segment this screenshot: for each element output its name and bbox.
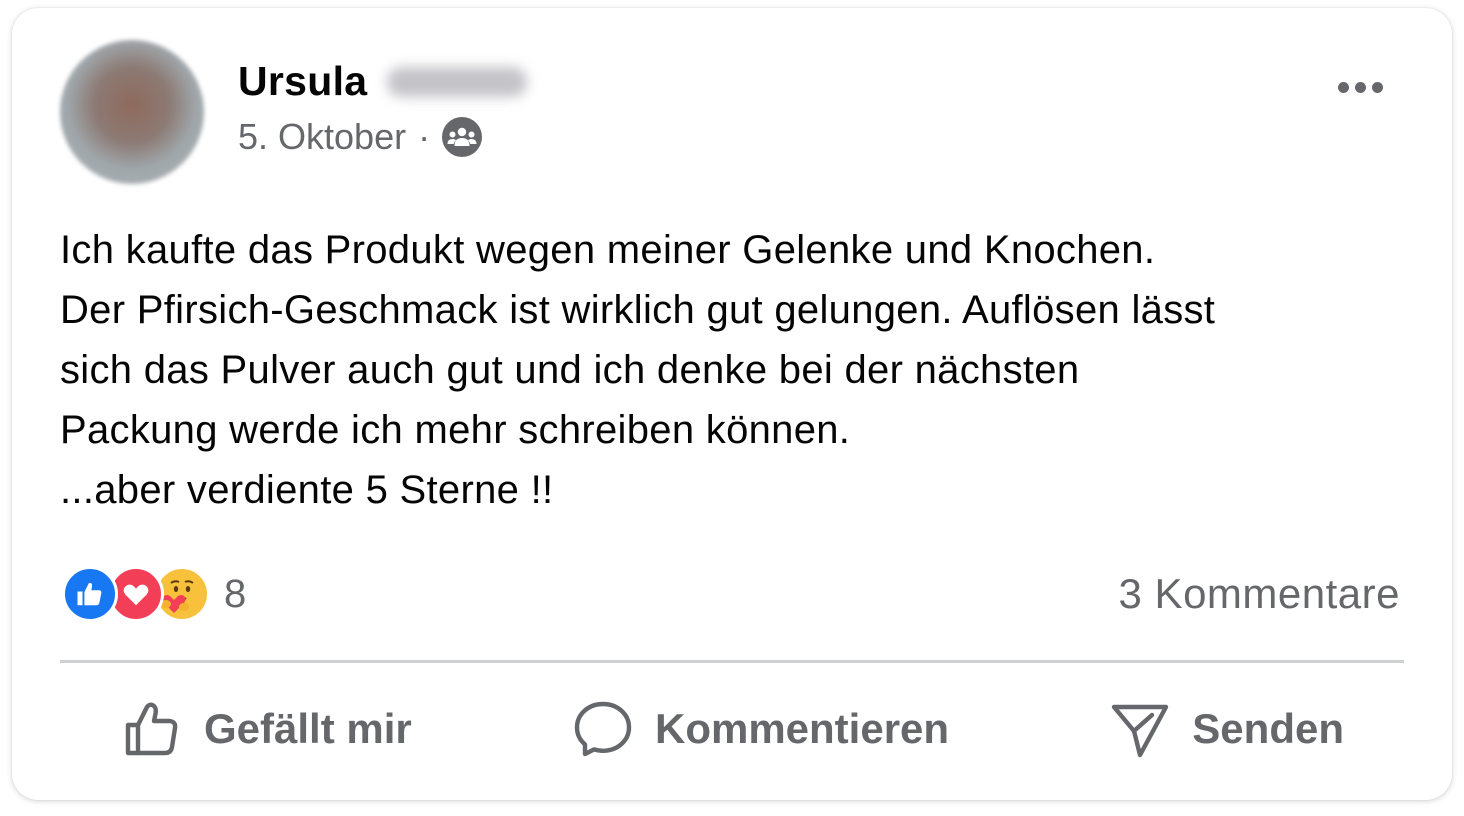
post-actions: Gefällt mir Kommentieren Senden <box>60 674 1404 784</box>
post-author: Ursula <box>238 58 528 105</box>
reaction-count: 8 <box>224 571 247 616</box>
post-date[interactable]: 5. Oktober <box>238 116 406 158</box>
author-avatar[interactable] <box>60 40 204 184</box>
more-dot <box>1371 81 1383 93</box>
post-text: Ich kaufte das Produkt wegen meiner Gele… <box>60 220 1420 520</box>
divider <box>60 660 1404 663</box>
post-text-line: Ich kaufte das Produkt wegen meiner Gele… <box>60 228 1156 272</box>
comment-bubble-icon <box>574 701 632 757</box>
like-reaction-icon <box>62 566 118 622</box>
more-dot <box>1354 81 1366 93</box>
group-audience-icon[interactable] <box>442 117 483 157</box>
thumbs-up-icon <box>125 702 178 756</box>
reactions-summary[interactable]: 8 <box>62 566 246 622</box>
comment-button-label: Kommentieren <box>654 705 950 752</box>
send-icon <box>1112 704 1169 758</box>
meta-separator: · <box>418 116 431 157</box>
more-options-button[interactable] <box>1328 70 1392 104</box>
comments-count[interactable]: 3 Kommentare <box>1119 570 1400 618</box>
post-text-line: Packung werde ich mehr schreiben können. <box>60 408 851 452</box>
post-text-line: Der Pfirsich-Geschmack ist wirklich gut … <box>60 288 1216 332</box>
post-text-line: sich das Pulver auch gut und ich denke b… <box>60 348 1080 392</box>
like-button-label: Gefällt mir <box>204 705 412 752</box>
like-button[interactable]: Gefällt mir <box>60 697 472 761</box>
send-button-label: Senden <box>1192 705 1344 752</box>
post-meta: 5. Oktober · <box>238 116 483 158</box>
comment-button[interactable]: Kommentieren <box>511 697 1009 761</box>
blurred-surname <box>387 66 528 97</box>
post-card: Ursula 5. Oktober · Ich kaufte das Produ… <box>12 8 1452 800</box>
author-name[interactable]: Ursula <box>238 58 367 105</box>
more-horizontal-icon <box>1337 81 1349 93</box>
send-button[interactable]: Senden <box>1048 697 1404 761</box>
post-text-line: ...aber verdiente 5 Sterne !! <box>60 468 554 512</box>
